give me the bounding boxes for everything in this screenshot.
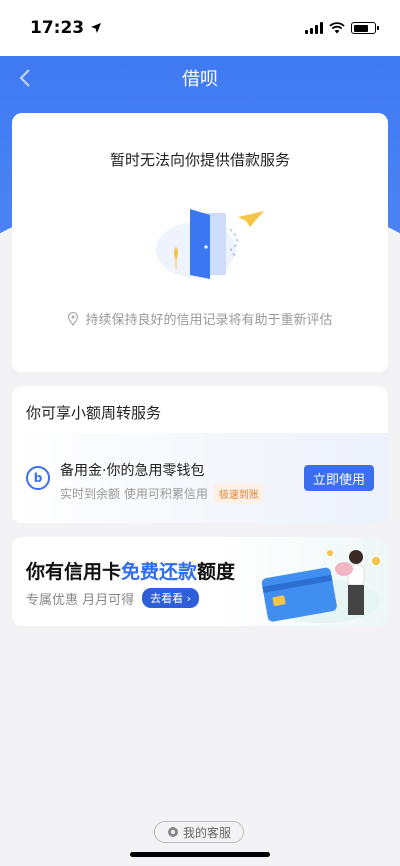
promo-subtitle-row: 专属优惠 月月可得 去看看 ›	[26, 588, 200, 608]
product-name: 备用金·你的急用零钱包	[60, 463, 205, 479]
beiyongjin-logo-icon: b	[26, 466, 50, 490]
customer-service-label: 我的客服	[182, 825, 231, 840]
location-arrow-icon	[91, 23, 102, 33]
promo-title-suffix: 额度	[197, 561, 236, 583]
section-title: 你可享小额周转服务	[26, 404, 162, 422]
notice-card: 暂时无法向你提供借款服务 持续保持良好的信用记录将有助于重新评估	[12, 113, 388, 372]
headset-icon	[167, 827, 178, 837]
location-pin-icon	[68, 311, 79, 326]
status-bar: 17:23	[0, 0, 400, 56]
page-title: 借呗	[182, 69, 218, 90]
back-chevron-icon[interactable]	[14, 66, 38, 90]
door-illustration-icon	[156, 209, 264, 279]
wifi-icon	[329, 22, 345, 34]
product-description: 实时到余额 使用可积累信用 极速到账	[60, 484, 264, 503]
home-indicator[interactable]	[130, 852, 270, 857]
status-time: 17:23	[30, 18, 85, 38]
promo-title: 你有信用卡免费还款额度	[26, 557, 235, 584]
fast-arrival-badge: 极速到账	[213, 484, 264, 503]
promo-subtitle: 专属优惠 月月可得	[26, 592, 135, 608]
product-desc-text: 实时到余额 使用可积累信用	[60, 487, 208, 501]
see-more-button[interactable]: 去看看 ›	[142, 588, 200, 608]
hint-row: 持续保持良好的信用记录将有助于重新评估	[12, 309, 388, 328]
service-card: 你可享小额周转服务 b 备用金·你的急用零钱包 实时到余额 使用可积累信用 极速…	[12, 386, 388, 523]
hint-text: 持续保持良好的信用记录将有助于重新评估	[85, 313, 333, 328]
credit-card-illustration-icon	[261, 550, 380, 623]
promo-title-highlight: 免费还款	[121, 561, 198, 583]
nav-bar: 借呗	[0, 56, 400, 100]
notice-title: 暂时无法向你提供借款服务	[109, 151, 290, 169]
cellular-signal-icon	[305, 22, 323, 34]
promo-card[interactable]: 你有信用卡免费还款额度 专属优惠 月月可得 去看看 ›	[12, 537, 388, 626]
customer-service-button[interactable]: 我的客服	[154, 821, 244, 843]
use-now-button[interactable]: 立即使用	[304, 465, 374, 491]
promo-title-prefix: 你有信用卡	[26, 561, 122, 583]
battery-icon	[351, 22, 379, 34]
